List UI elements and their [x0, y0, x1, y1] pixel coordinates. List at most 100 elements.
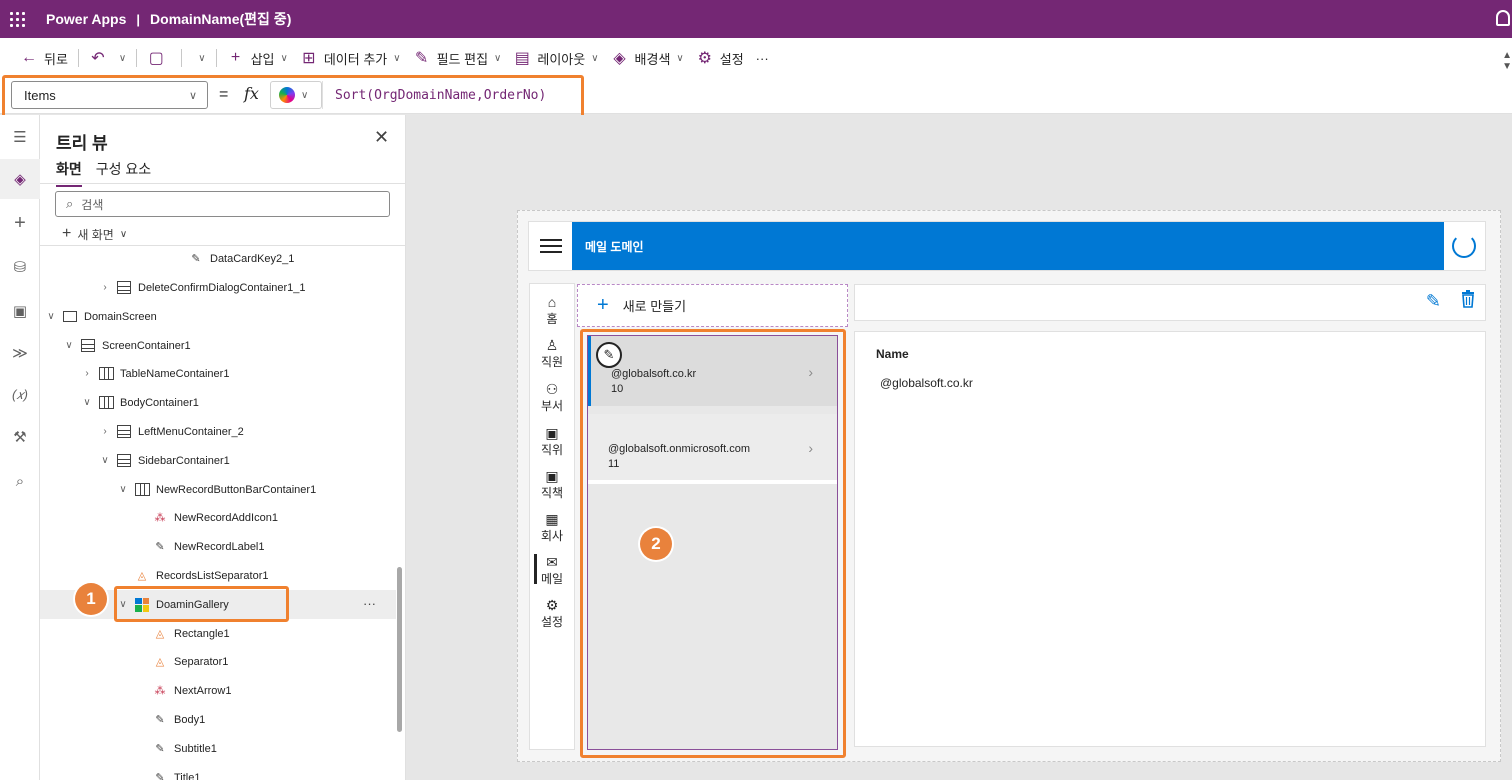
- chevron-down-icon[interactable]: ∨: [98, 455, 112, 466]
- gallery-item-title: @globalsoft.onmicrosoft.com: [608, 443, 751, 455]
- tree-node[interactable]: ◬ Separator1: [40, 647, 396, 676]
- shape-icon: ◬: [137, 570, 147, 582]
- settings-button[interactable]: ⚙ 설정: [690, 43, 750, 73]
- database-icon[interactable]: ⛁: [0, 247, 40, 287]
- trash-icon[interactable]: [1461, 290, 1475, 308]
- refresh-icon[interactable]: [1443, 222, 1485, 270]
- tree-node[interactable]: ∨ SidebarContainer1: [40, 446, 396, 475]
- tree-node-label: LeftMenuContainer_2: [138, 425, 244, 438]
- media-icon[interactable]: ▣: [0, 291, 40, 331]
- new-screen-button[interactable]: + 새 화면 ∨: [62, 225, 127, 243]
- toolbar-scroll-icon[interactable]: ▲ ▼: [1502, 50, 1512, 72]
- plus-icon: +: [230, 49, 241, 66]
- chevron-right-icon[interactable]: ›: [808, 440, 813, 456]
- paste-menu-button[interactable]: ∨: [186, 43, 211, 73]
- account-icon[interactable]: [1496, 10, 1510, 26]
- home-icon: ⌂: [547, 294, 557, 310]
- layers-icon[interactable]: ◈: [0, 159, 40, 199]
- add-data-button[interactable]: ⊞ 데이터 추가 ∨: [294, 43, 407, 73]
- nav-item-home[interactable]: ⌂ 홈: [530, 294, 574, 327]
- edit-fields-button[interactable]: ✎ 필드 편집 ∨: [407, 43, 508, 73]
- person-icon: ♙: [545, 337, 559, 353]
- chevron-down-icon[interactable]: ∨: [62, 340, 76, 351]
- tree-node[interactable]: › LeftMenuContainer_2: [40, 417, 396, 446]
- more-options-icon[interactable]: ···: [363, 596, 376, 611]
- insert-button[interactable]: + 삽입 ∨: [221, 43, 294, 73]
- tree-node[interactable]: ◬ Rectangle1: [40, 619, 396, 648]
- gallery-item[interactable]: @globalsoft.onmicrosoft.com 11 ›: [588, 414, 837, 484]
- tree-node[interactable]: ✎ Body1: [40, 705, 396, 734]
- nav-label: 메일: [540, 572, 564, 586]
- layout-button[interactable]: ▤ 레이아웃 ∨: [507, 43, 604, 73]
- nav-item-settings[interactable]: ⚙ 설정: [530, 597, 574, 630]
- chevron-right-icon[interactable]: ›: [80, 368, 94, 379]
- tree-node[interactable]: ∨ BodyContainer1: [40, 388, 396, 417]
- chevron-right-icon[interactable]: ›: [98, 426, 112, 437]
- tree-node[interactable]: ✎ NewRecordLabel1: [40, 532, 396, 561]
- chevron-down-icon: ∨: [676, 52, 684, 64]
- chevron-down-icon[interactable]: ∨: [44, 311, 58, 322]
- chevron-down-icon[interactable]: ∨: [119, 53, 126, 64]
- chevron-right-icon[interactable]: ›: [98, 282, 112, 293]
- domain-gallery[interactable]: ✎ @globalsoft.co.kr 10 › @globalsoft.onm…: [587, 335, 838, 750]
- horizontal-container-icon: [116, 454, 132, 468]
- app-launcher-icon[interactable]: [0, 0, 34, 38]
- building-icon: ▦: [545, 511, 559, 527]
- chevron-down-icon[interactable]: ∨: [116, 599, 130, 610]
- hamburger-icon[interactable]: ☰: [0, 117, 40, 157]
- nav-item-mail[interactable]: ✉ 메일: [530, 554, 574, 587]
- tree-node[interactable]: ∨ ScreenContainer1: [40, 331, 396, 360]
- chevron-down-icon[interactable]: ∨: [80, 397, 94, 408]
- tree-node[interactable]: ✎ Title1: [40, 763, 396, 780]
- equals-sign: =: [219, 86, 229, 103]
- new-record-button[interactable]: + 새로 만들기: [577, 284, 848, 327]
- label-edit-icon: ✎: [155, 541, 165, 553]
- edit-icon[interactable]: ✎: [596, 342, 622, 368]
- horizontal-container-icon: [80, 339, 96, 353]
- chevron-down-icon[interactable]: ∨: [116, 484, 130, 495]
- tree-node[interactable]: ∨ DomainScreen: [40, 302, 396, 331]
- vertical-container-icon: [98, 396, 114, 410]
- formula-input[interactable]: Sort(OrgDomainName,OrderNo): [322, 81, 1512, 109]
- nav-item-title[interactable]: ▣ 직책: [530, 468, 574, 501]
- background-color-button[interactable]: ◈ 배경색 ∨: [605, 43, 690, 73]
- plus-icon[interactable]: +: [0, 203, 40, 243]
- tree-node[interactable]: ✎ Subtitle1: [40, 734, 396, 763]
- back-button[interactable]: ← 뒤로: [14, 43, 74, 73]
- more-commands-button[interactable]: ···: [750, 43, 775, 73]
- chevron-down-icon: ∨: [301, 89, 309, 101]
- tree-node[interactable]: › TableNameContainer1: [40, 359, 396, 388]
- close-icon[interactable]: ✕: [374, 127, 389, 148]
- tree-node-label: DeleteConfirmDialogContainer1_1: [138, 281, 306, 294]
- tree-node[interactable]: ∨ NewRecordButtonBarContainer1: [40, 475, 396, 504]
- undo-button[interactable]: ↶ ∨: [83, 43, 132, 73]
- search-input[interactable]: ⌕ 검색: [55, 191, 390, 217]
- app-left-nav: ⌂ 홈 ♙ 직원 ⚇ 부서 ▣ 직위 ▣ 직책 ▦ 회사 ✉ 메일 ⚙ 설정: [529, 283, 575, 750]
- nav-item-department[interactable]: ⚇ 부서: [530, 381, 574, 414]
- edit-icon[interactable]: ✎: [1426, 291, 1441, 312]
- search-icon[interactable]: ⌕: [0, 461, 40, 501]
- nav-item-employee[interactable]: ♙ 직원: [530, 337, 574, 370]
- tree-node-label: Rectangle1: [174, 627, 230, 640]
- tree-node[interactable]: › DeleteConfirmDialogContainer1_1: [40, 273, 396, 302]
- chevron-down-icon: ∨: [591, 52, 599, 64]
- copilot-button[interactable]: ∨: [270, 81, 322, 109]
- scrollbar[interactable]: [397, 567, 402, 732]
- toolbar-divider: [77, 49, 79, 67]
- variables-icon[interactable]: (𝑥): [0, 375, 40, 415]
- chevron-right-icon[interactable]: ›: [808, 364, 813, 380]
- tree-node[interactable]: ⁂ NextArrow1: [40, 676, 396, 705]
- label-edit-icon: ✎: [155, 714, 165, 726]
- property-dropdown[interactable]: Items ∨: [11, 81, 208, 109]
- nav-item-company[interactable]: ▦ 회사: [530, 511, 574, 544]
- gallery-item-title: @globalsoft.co.kr: [611, 368, 697, 380]
- tree-node[interactable]: ⁂ NewRecordAddIcon1: [40, 503, 396, 532]
- hamburger-icon[interactable]: [529, 222, 572, 270]
- gallery-item[interactable]: ✎ @globalsoft.co.kr 10 ›: [588, 336, 837, 406]
- tree-node[interactable]: ✎ DataCardKey2_1: [40, 244, 396, 273]
- vertical-container-icon: [134, 483, 150, 497]
- tools-icon[interactable]: ⚒: [0, 417, 40, 457]
- power-automate-icon[interactable]: ≫: [0, 333, 40, 373]
- paste-button[interactable]: ▢: [141, 43, 177, 73]
- nav-item-position[interactable]: ▣ 직위: [530, 425, 574, 458]
